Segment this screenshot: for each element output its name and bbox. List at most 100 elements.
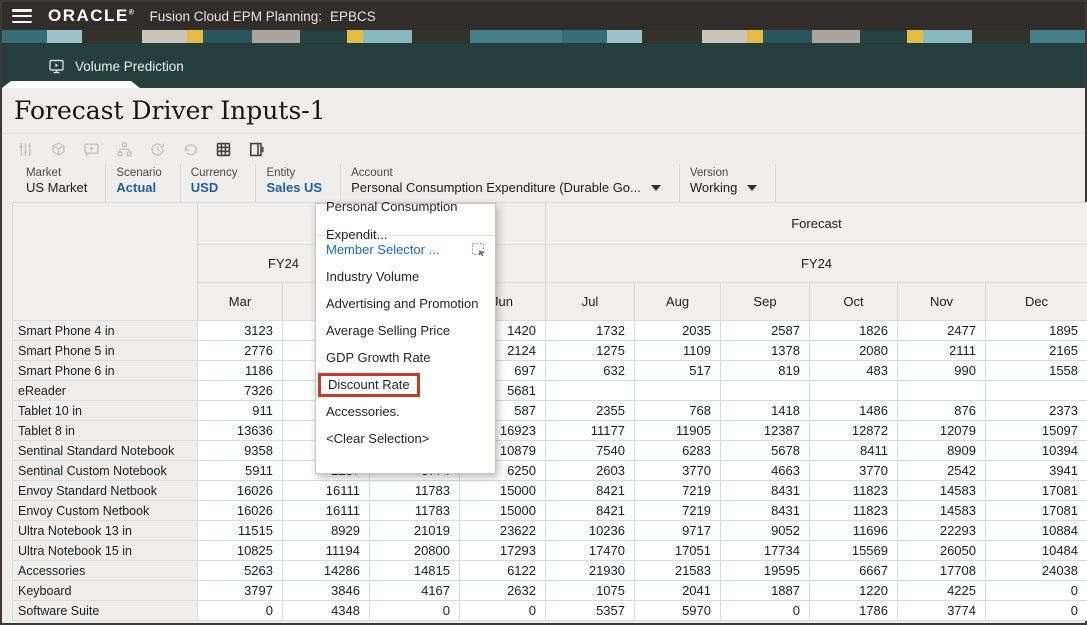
history-icon[interactable] (148, 140, 166, 158)
grid-cell-nov[interactable]: 8909 (897, 440, 986, 461)
grid-cell-nov[interactable]: 990 (897, 360, 986, 381)
grid-cell-mar[interactable]: 16026 (197, 500, 283, 521)
grid-cell-mar[interactable]: 5911 (197, 460, 283, 481)
grid-cell-dec[interactable]: 2373 (984, 400, 1087, 421)
dropdown-item-accessories[interactable]: Accessories. (316, 398, 495, 425)
dropdown-item-advertising-and-promotion[interactable]: Advertising and Promotion (316, 290, 495, 317)
grid-cell-may[interactable]: 20800 (369, 540, 460, 561)
grid-cell-sep[interactable]: 8431 (720, 480, 810, 501)
row-header[interactable]: Envoy Standard Netbook (12, 480, 198, 501)
row-header[interactable]: Software Suite (12, 600, 198, 621)
pov-value-market[interactable]: US Market (26, 180, 87, 195)
grid-cell-nov[interactable]: 4225 (897, 580, 986, 601)
comment-icon[interactable] (82, 140, 100, 158)
grid-icon[interactable] (214, 140, 232, 158)
grid-cell-aug[interactable]: 6283 (634, 440, 721, 461)
grid-cell-aug[interactable]: 5970 (634, 600, 721, 621)
grid-cell-mar[interactable]: 13636 (197, 420, 283, 441)
dropdown-item-average-selling-price[interactable]: Average Selling Price (316, 317, 495, 344)
grid-cell-mar[interactable]: 7326 (197, 380, 283, 401)
grid-cell-aug[interactable]: 17051 (634, 540, 721, 561)
column-header-jul[interactable]: Jul (545, 282, 635, 321)
grid-cell-jun[interactable]: 15000 (459, 500, 546, 521)
grid-cell-dec[interactable]: 15097 (984, 420, 1087, 441)
grid-cell-nov[interactable]: 2477 (897, 320, 986, 341)
undo-icon[interactable] (181, 140, 199, 158)
grid-cell-aug[interactable]: 11905 (634, 420, 721, 441)
grid-cell-apr[interactable]: 11194 (282, 540, 370, 561)
grid-cell-nov[interactable]: 876 (897, 400, 986, 421)
grid-cell-oct[interactable] (809, 380, 898, 401)
grid-cell-oct[interactable]: 11823 (809, 480, 898, 501)
grid-cell-aug[interactable]: 517 (634, 360, 721, 381)
grid-cell-nov[interactable]: 22293 (897, 520, 986, 541)
grid-cell-nov[interactable]: 12079 (897, 420, 986, 441)
pov-value-entity[interactable]: Sales US (266, 180, 322, 195)
grid-cell-apr[interactable]: 3846 (282, 580, 370, 601)
grid-cell-oct[interactable]: 2080 (809, 340, 898, 361)
grid-cell-oct[interactable]: 1486 (809, 400, 898, 421)
grid-cell-dec[interactable]: 17081 (984, 480, 1087, 501)
row-header[interactable]: Smart Phone 4 in (12, 320, 198, 341)
grid-cell-jul[interactable]: 2355 (545, 400, 635, 421)
grid-cell-mar[interactable]: 16026 (197, 480, 283, 501)
grid-cell-dec[interactable]: 1558 (984, 360, 1087, 381)
column-header-mar[interactable]: Mar (197, 282, 283, 321)
layout-icon[interactable] (247, 140, 265, 158)
row-header[interactable]: Sentinal Standard Notebook (12, 440, 198, 461)
hierarchy-icon[interactable] (115, 140, 133, 158)
grid-cell-sep[interactable]: 12387 (720, 420, 810, 441)
grid-cell-dec[interactable]: 17081 (984, 500, 1087, 521)
grid-cell-oct[interactable]: 11823 (809, 500, 898, 521)
grid-cell-jul[interactable]: 7540 (545, 440, 635, 461)
grid-cell-apr[interactable]: 16111 (282, 500, 370, 521)
grid-cell-dec[interactable]: 10884 (984, 520, 1087, 541)
grid-cell-jul[interactable]: 5357 (545, 600, 635, 621)
grid-cell-jul[interactable]: 10236 (545, 520, 635, 541)
adjust-icon[interactable] (16, 140, 34, 158)
grid-cell-may[interactable]: 14815 (369, 560, 460, 581)
grid-cell-may[interactable]: 11783 (369, 480, 460, 501)
grid-cell-aug[interactable]: 7219 (634, 480, 721, 501)
grid-cell-dec[interactable]: 24038 (984, 560, 1087, 581)
grid-cell-jul[interactable]: 17470 (545, 540, 635, 561)
grid-cell-jul[interactable]: 1075 (545, 580, 635, 601)
grid-cell-aug[interactable]: 768 (634, 400, 721, 421)
pov-value-scenario[interactable]: Actual (116, 180, 161, 195)
grid-cell-aug[interactable]: 9717 (634, 520, 721, 541)
grid-cell-jul[interactable]: 21930 (545, 560, 635, 581)
grid-cell-mar[interactable]: 10825 (197, 540, 283, 561)
grid-cell-may[interactable]: 11783 (369, 500, 460, 521)
grid-cell-mar[interactable]: 2776 (197, 340, 283, 361)
grid-cell-jun[interactable]: 0 (459, 600, 546, 621)
grid-cell-nov[interactable]: 3774 (897, 600, 986, 621)
grid-cell-sep[interactable]: 0 (720, 600, 810, 621)
grid-cell-oct[interactable]: 483 (809, 360, 898, 381)
row-header[interactable]: Keyboard (12, 580, 198, 601)
grid-cell-dec[interactable]: 2165 (984, 340, 1087, 361)
grid-cell-dec[interactable]: 3941 (984, 460, 1087, 481)
grid-cell-mar[interactable]: 3123 (197, 320, 283, 341)
grid-cell-jun[interactable]: 17293 (459, 540, 546, 561)
grid-cell-jun[interactable]: 23622 (459, 520, 546, 541)
grid-cell-sep[interactable] (720, 380, 810, 401)
grid-cell-jul[interactable]: 1732 (545, 320, 635, 341)
dropdown-item-industry-volume[interactable]: Industry Volume (316, 263, 495, 290)
grid-cell-nov[interactable]: 26050 (897, 540, 986, 561)
grid-cell-sep[interactable]: 2587 (720, 320, 810, 341)
pov-value-currency[interactable]: USD (191, 180, 238, 195)
grid-cell-apr[interactable]: 16111 (282, 480, 370, 501)
grid-cell-sep[interactable]: 1378 (720, 340, 810, 361)
grid-cell-dec[interactable]: 1895 (984, 320, 1087, 341)
grid-cell-sep[interactable]: 819 (720, 360, 810, 381)
grid-cell-dec[interactable] (984, 380, 1087, 401)
grid-cell-sep[interactable]: 19595 (720, 560, 810, 581)
row-header[interactable]: Smart Phone 6 in (12, 360, 198, 381)
grid-cell-nov[interactable]: 2542 (897, 460, 986, 481)
row-header[interactable]: eReader (12, 380, 198, 401)
grid-cell-mar[interactable]: 1186 (197, 360, 283, 381)
year-span-fy24-right[interactable]: FY24 (544, 244, 1087, 283)
grid-cell-jul[interactable]: 2603 (545, 460, 635, 481)
hamburger-menu-icon[interactable] (12, 9, 32, 23)
column-header-sep[interactable]: Sep (720, 282, 810, 321)
